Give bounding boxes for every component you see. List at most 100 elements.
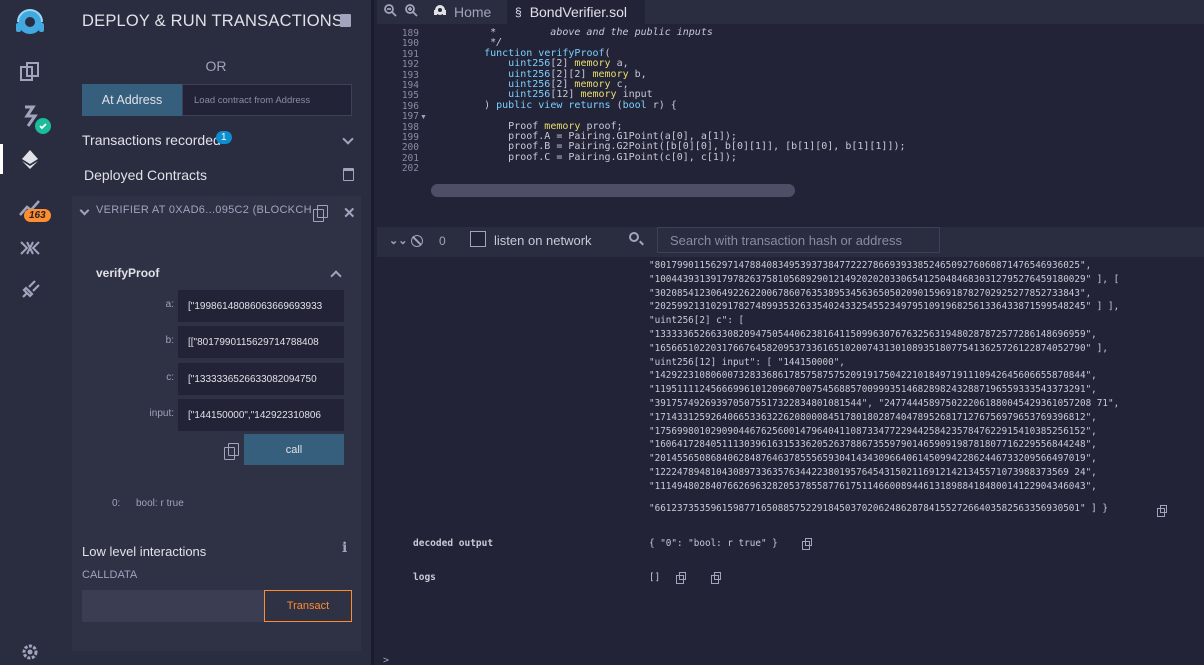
at-address-button[interactable]: At Address (82, 84, 182, 116)
code-line: * above and the public inputs (460, 27, 713, 38)
output-line: "202599213102917827489935326335402433254… (649, 301, 1120, 313)
copy-logs-raw-icon[interactable] (711, 572, 721, 584)
line-number: 192 (401, 59, 419, 71)
deployed-contracts-label: Deployed Contracts (84, 167, 207, 183)
output-line: "122247894810430897336357634422380195764… (649, 467, 1097, 478)
analysis-badge: 163 (24, 209, 51, 222)
terminal-output: decoded output { "0": "bool: r true" } l… (377, 257, 1204, 665)
code-line: uint256[12] memory input (508, 89, 653, 101)
collapse-terminal-icon[interactable]: ⌄⌄ (389, 234, 407, 247)
line-number: 193 (401, 69, 419, 81)
param-input-a[interactable]: ["19986148086063669693933 (178, 290, 344, 322)
search-icon (629, 232, 639, 242)
check-badge-icon (35, 118, 51, 134)
info-icon[interactable]: i (342, 540, 347, 556)
copy-output-icon[interactable] (1157, 505, 1167, 517)
fold-icon[interactable]: ▼ (420, 114, 427, 121)
settings-icon[interactable] (14, 636, 46, 665)
transact-button[interactable]: Transact (264, 590, 352, 622)
output-line: "133333652663308209475054406238164115099… (649, 329, 1097, 340)
listen-checkbox[interactable] (470, 231, 486, 247)
tab-home[interactable]: Home (425, 0, 505, 24)
result-index: 0: (112, 498, 121, 509)
param-input-c[interactable]: ["1333336526633082094750 (178, 363, 344, 395)
terminal-toolbar: ⌄⌄ 0 listen on network Search with trans… (377, 227, 1204, 257)
function-name: verifyProof (96, 266, 160, 280)
calldata-input[interactable] (82, 590, 264, 622)
search-input[interactable]: Search with transaction hash or address (657, 227, 940, 253)
close-icon[interactable]: ✕ (343, 204, 356, 222)
line-number: 196 (401, 100, 419, 112)
transactions-count-badge: 1 (216, 131, 232, 144)
code-line: proof.C = Pairing.G1Point(c[0], c[1]); (460, 151, 737, 163)
documentation-icon[interactable] (340, 14, 351, 27)
copy-calldata-icon[interactable] (224, 443, 239, 460)
param-label-c: c: (166, 372, 174, 383)
chevron-down-icon[interactable] (342, 133, 354, 145)
or-label: OR (205, 58, 227, 74)
zoom-in-icon[interactable] (405, 4, 418, 20)
code-line: uint256[2] memory c, (508, 79, 629, 90)
param-label-input: input: (149, 408, 174, 419)
code-line: Proof memory proof; (460, 120, 623, 132)
line-number: 202 (401, 163, 419, 175)
tab-home-label: Home (454, 4, 492, 20)
horizontal-scrollbar[interactable] (431, 184, 795, 197)
pending-count: 0 (439, 234, 446, 248)
code-editor[interactable]: ▼ 189 * above and the public inputs 190 *… (377, 24, 1204, 199)
output-line: "801799011562971478840834953937384772227… (649, 260, 1092, 271)
copy-logs-icon[interactable] (676, 572, 686, 584)
icon-rail: 163 (0, 0, 58, 665)
address-input[interactable]: Load contract from Address (182, 84, 352, 116)
param-input-input[interactable]: ["144150000","142922310806 (178, 399, 344, 431)
file-explorer-icon[interactable] (14, 56, 46, 88)
deploy-icon[interactable] (14, 143, 46, 175)
output-line: "165665102203176676458209537336165102007… (649, 342, 1108, 354)
code-line: uint256[2] memory a, (508, 58, 629, 70)
panel-splitter[interactable] (377, 199, 1204, 227)
line-number: 200 (401, 142, 419, 154)
copy-address-icon[interactable] (313, 205, 328, 222)
param-label-a: a: (165, 299, 174, 310)
transactions-recorded-label[interactable]: Transactions recorded (82, 132, 221, 148)
chevron-up-icon[interactable] (330, 270, 342, 282)
line-number: 191 (401, 48, 419, 60)
output-line: "201455650868406284876463785556593041434… (649, 453, 1097, 465)
trash-icon[interactable] (343, 168, 354, 181)
output-line: "uint256[12] input": [ "144150000", (649, 356, 845, 368)
line-number: 201 (401, 152, 419, 164)
clear-terminal-icon[interactable] (411, 235, 423, 247)
line-number: 199 (401, 132, 419, 143)
active-indicator (0, 144, 3, 174)
logs-label: logs (413, 572, 436, 583)
code-line: function verifyProof( (484, 47, 611, 59)
remix-logo-icon[interactable] (8, 4, 52, 42)
output-line: "175699801029090446762560014796404110873… (649, 425, 1097, 437)
low-level-label: Low level interactions (82, 544, 207, 559)
output-line: "111494802840766269632820537855877617511… (649, 480, 1097, 492)
tab-active-label: BondVerifier.sol (529, 4, 627, 20)
output-line: "171433125926406653363226208000845178018… (649, 411, 1097, 423)
instance-chevron-icon[interactable] (79, 205, 90, 216)
deploy-panel: DEPLOY & RUN TRANSACTIONS OR At Address … (58, 0, 374, 665)
decoded-output-label: decoded output (413, 538, 494, 549)
param-label-b: b: (165, 335, 174, 346)
code-line: uint256[2][2] memory b, (508, 68, 647, 80)
tab-bondverifier[interactable]: § BondVerifier.sol (507, 0, 645, 24)
plugin-icon[interactable] (14, 274, 46, 306)
zoom-out-icon[interactable] (384, 4, 397, 20)
terminal-prompt[interactable]: > (383, 655, 389, 665)
param-input-b[interactable]: [["8017990115629714788408 (178, 326, 344, 358)
result-value: bool: r true (136, 498, 184, 509)
call-button[interactable]: call (244, 434, 344, 465)
listen-label: listen on network (494, 233, 592, 248)
copy-decoded-icon[interactable] (802, 538, 812, 550)
debugger-icon[interactable] (14, 232, 46, 264)
code-line: proof.A = Pairing.G1Point(a[0], a[1]); (460, 131, 737, 142)
instance-header[interactable]: VERIFIER AT 0XAD6...095C2 (BLOCKCH (96, 204, 312, 216)
file-icon: § (515, 5, 522, 19)
output-line: "160641728405111303961631533620526378867… (649, 439, 1097, 451)
output-line-last: "661237353596159877165088575229184503702… (649, 503, 1108, 514)
output-line: "119511112456669961012096070075456885700… (649, 384, 1097, 396)
line-number: 198 (401, 121, 419, 133)
